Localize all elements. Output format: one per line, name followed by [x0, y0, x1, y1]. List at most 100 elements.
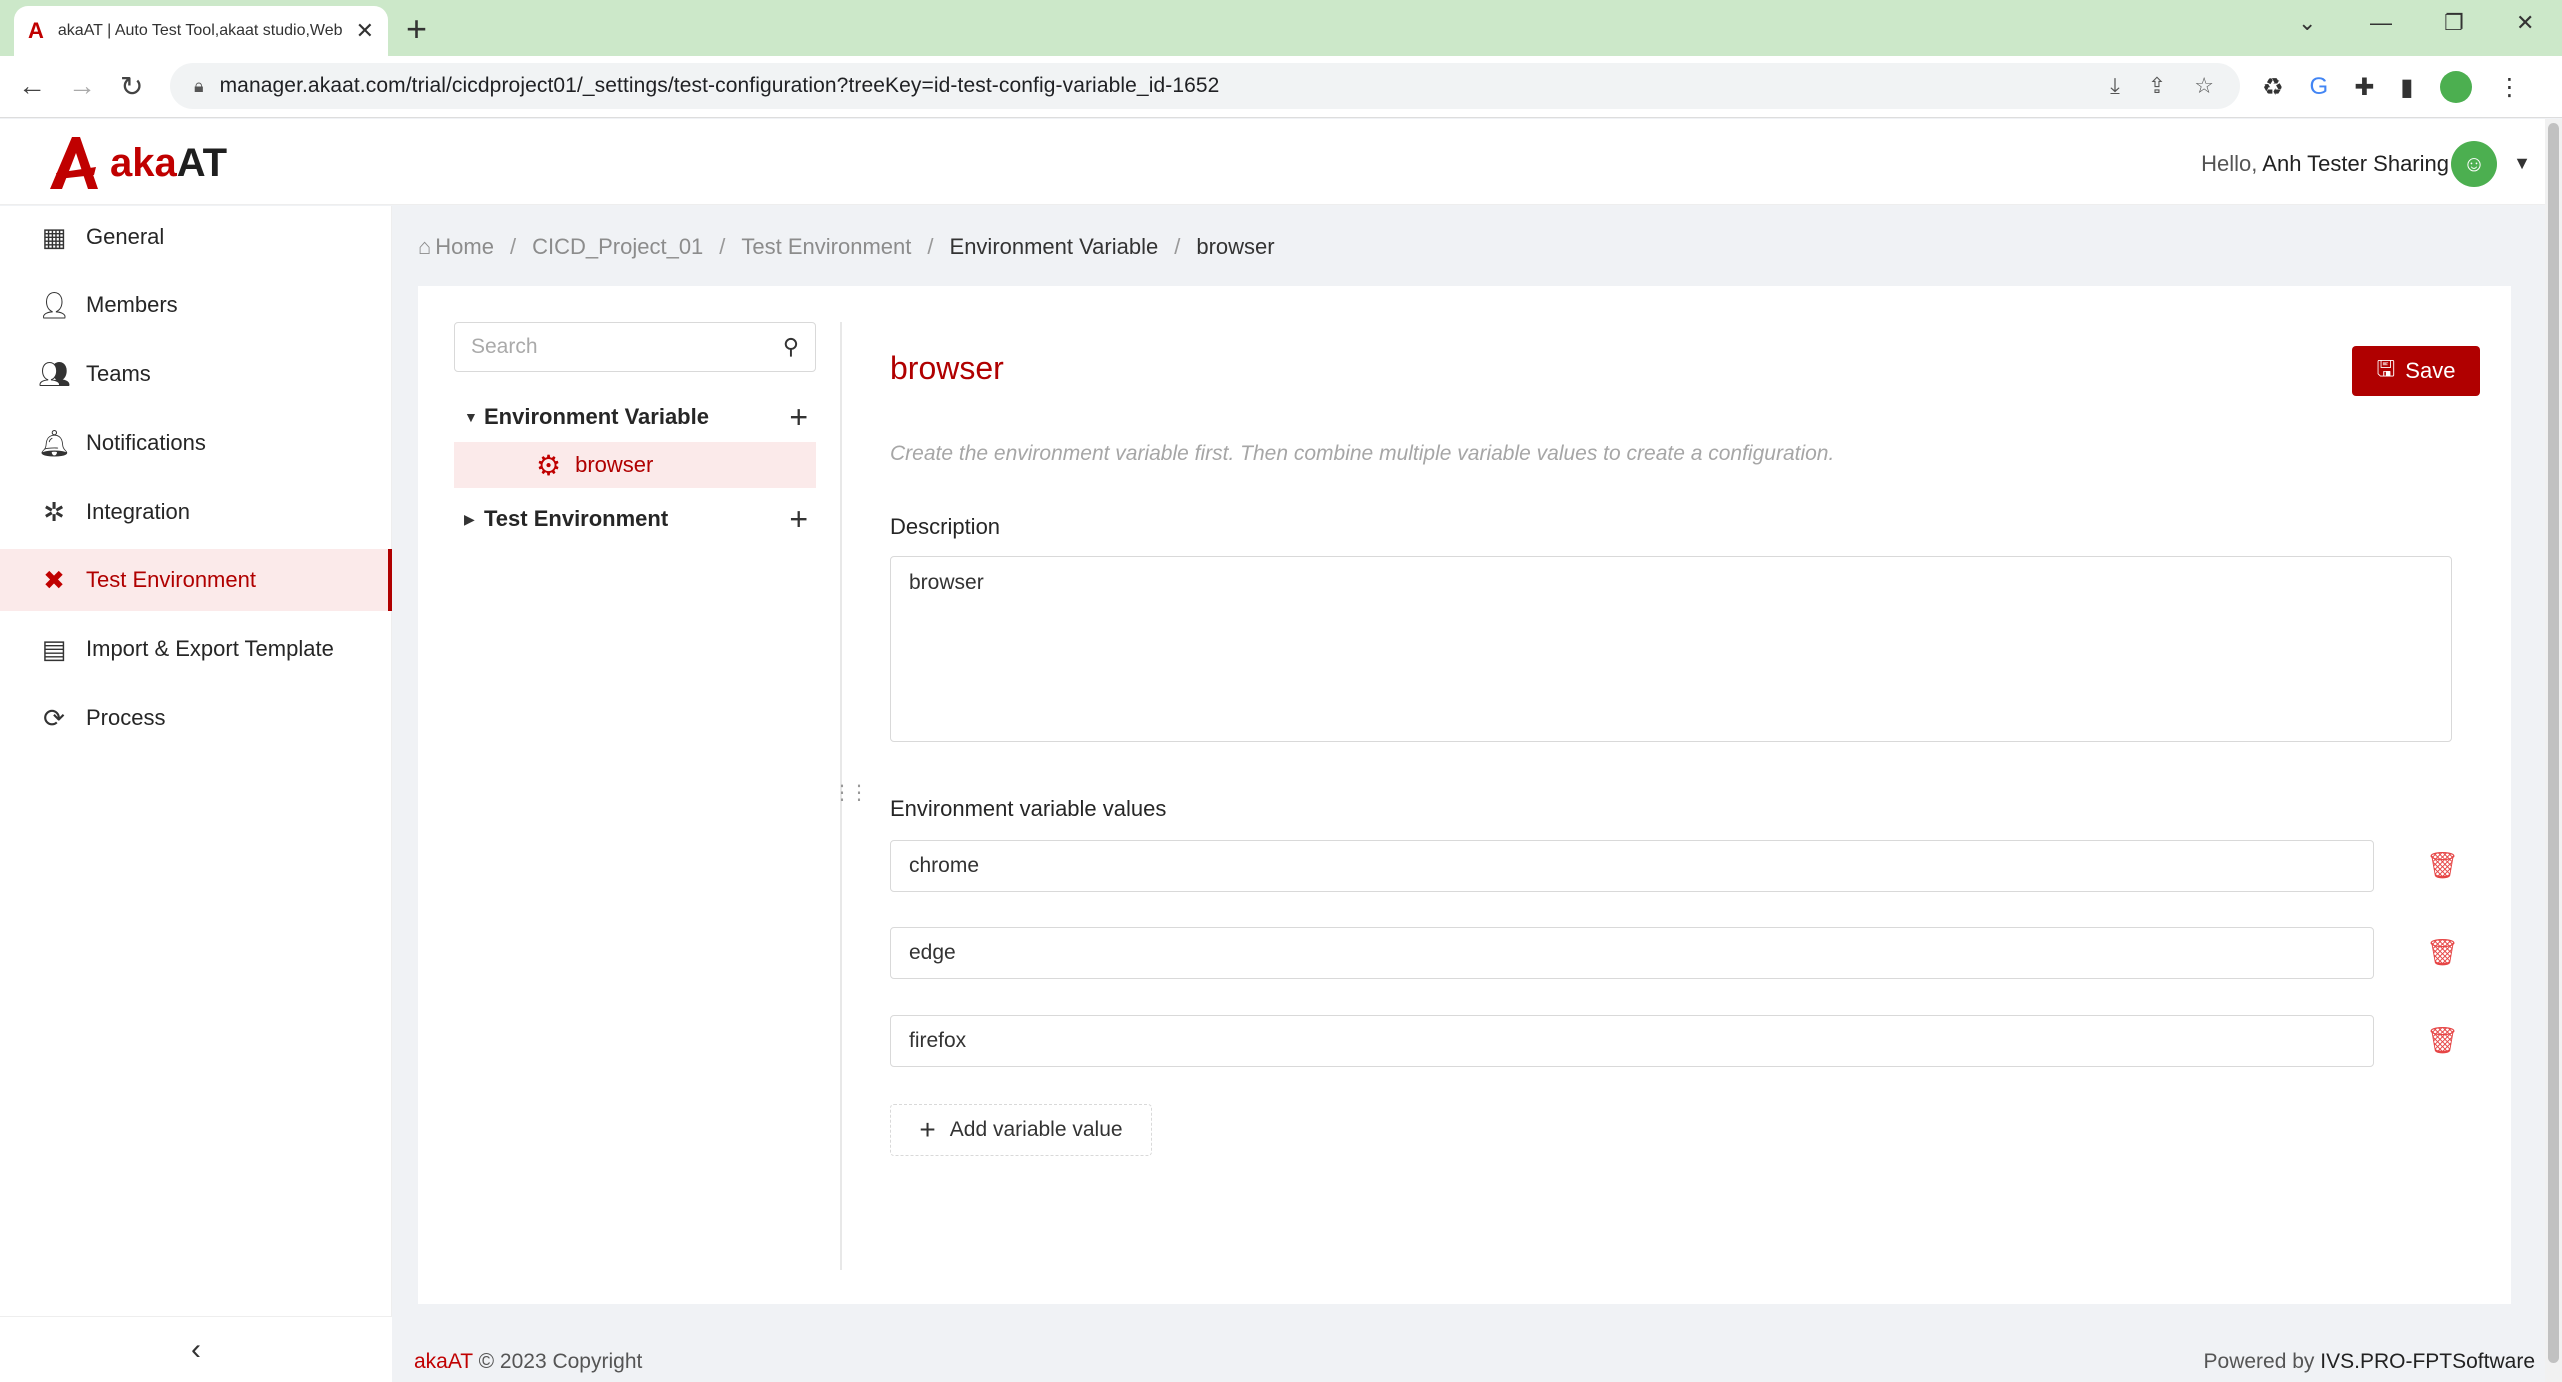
sidebar-item-label: Integration [86, 499, 190, 524]
reload-button[interactable]: ↻ [120, 70, 143, 103]
sidebar-item-teams[interactable]: 👥︎ Teams [0, 343, 392, 405]
scrollbar-thumb[interactable] [2548, 123, 2559, 1363]
sidebar-item-import-export-template[interactable]: ▤ Import & Export Template [0, 618, 392, 680]
akaat-favicon-icon: A [28, 18, 44, 43]
close-window-button[interactable]: ✕ [2516, 10, 2534, 36]
sidebar-item-label: Process [86, 705, 166, 730]
logo-text: akaAT [110, 140, 228, 185]
tree-node-environment-variable[interactable]: ▼ Environment Variable + [454, 392, 816, 442]
browser-tab[interactable]: A akaAT | Auto Test Tool,akaat studio,We… [14, 6, 388, 56]
sidebar-item-members[interactable]: 👤︎ Members [0, 274, 392, 336]
add-variable-plus-icon[interactable]: + [789, 399, 808, 436]
sidebar-item-notifications[interactable]: 🔔︎ Notifications [0, 412, 392, 474]
helper-hint: Create the environment variable first. T… [890, 442, 1835, 465]
user-greeting[interactable]: Hello, Anh Tester Sharing [2201, 151, 2449, 177]
description-textarea[interactable]: browser [890, 556, 2452, 742]
add-environment-plus-icon[interactable]: + [789, 501, 808, 538]
delete-trash-icon[interactable]: 🗑︎ [2426, 1025, 2459, 1056]
grid-icon: ▦ [41, 221, 67, 252]
save-button[interactable]: 🖫 Save [2352, 346, 2480, 396]
plus-icon: + [919, 1114, 936, 1145]
extensions-puzzle-icon[interactable]: ✚ [2354, 73, 2374, 102]
breadcrumb-separator: / [927, 234, 934, 259]
search-icon[interactable]: ⚲ [783, 334, 799, 360]
variable-value-input[interactable] [890, 1015, 2374, 1067]
back-button[interactable]: ← [18, 70, 46, 102]
description-label: Description [890, 514, 1001, 539]
settings-sidebar: ▦ General 👤︎ Members 👥︎ Teams 🔔︎ Notific… [0, 206, 392, 1316]
sidebar-item-process[interactable]: ⟳ Process [0, 687, 392, 749]
user-menu-caret-icon[interactable]: ▼ [2513, 153, 2531, 174]
delete-trash-icon[interactable]: 🗑︎ [2426, 937, 2459, 968]
footer-company: IVS.PRO-FPTSoftware [2320, 1350, 2535, 1373]
breadcrumb-current: browser [1196, 234, 1275, 259]
breadcrumb: ⌂ Home / CICD_Project_01 / Test Environm… [418, 234, 1275, 260]
sidebar-item-integration[interactable]: ✲ Integration [0, 481, 392, 543]
variable-value-input[interactable] [890, 927, 2374, 979]
sidebar-item-label: Import & Export Template [86, 636, 334, 661]
bookmark-star-icon[interactable]: ☆ [2194, 73, 2214, 99]
footer-copyright: akaAT © 2023 Copyright [414, 1350, 643, 1373]
install-icon[interactable]: ⤓ [2110, 73, 2120, 99]
browser-tabstrip: A akaAT | Auto Test Tool,akaat studio,We… [0, 0, 2562, 56]
url-text: manager.akaat.com/trial/cicdproject01/_s… [219, 74, 1220, 97]
members-icon: 👤︎ [38, 289, 72, 320]
tree-search-input[interactable] [471, 335, 783, 359]
akaat-logo[interactable]: akaAT [46, 133, 227, 193]
footer-brand[interactable]: akaAT [414, 1350, 473, 1373]
variable-detail-panel: browser 🖫 Save Create the environment va… [890, 286, 2480, 1286]
app-header: akaAT Hello, Anh Tester Sharing ☺ ▼ [0, 119, 2545, 205]
caret-down-icon[interactable]: ▼ [454, 409, 484, 425]
variable-title: browser [890, 350, 1004, 386]
values-label: Environment variable values [890, 796, 1167, 821]
breadcrumb-environment-variable[interactable]: Environment Variable [950, 234, 1159, 260]
breadcrumb-test-environment[interactable]: Test Environment [741, 234, 911, 260]
minimize-button[interactable]: — [2370, 10, 2392, 36]
breadcrumb-separator: / [719, 234, 726, 259]
address-bar[interactable]: 🔒︎ manager.akaat.com/trial/cicdproject01… [170, 63, 2240, 109]
sidebar-collapse-button[interactable]: ‹ [0, 1316, 392, 1382]
integration-icon: ✲ [43, 496, 65, 527]
sidebar-item-label: Members [86, 292, 178, 317]
breadcrumb-project[interactable]: CICD_Project_01 [532, 234, 703, 260]
tree-node-label: Environment Variable [484, 404, 709, 429]
footer-powered-by: Powered by IVS.PRO-FPTSoftware [2203, 1350, 2535, 1373]
user-avatar[interactable]: ☺ [2451, 141, 2497, 187]
browser-toolbar: ← → ↻ 🔒︎ manager.akaat.com/trial/cicdpro… [0, 56, 2562, 118]
config-tree: ⚲ ▼ Environment Variable + ⚙ browser ▶ T… [454, 322, 816, 544]
translate-extension-icon[interactable]: G [2310, 73, 2329, 101]
sidebar-item-label: Test Environment [86, 567, 256, 592]
new-tab-button[interactable]: + [406, 8, 427, 50]
profile-avatar-icon[interactable] [2439, 71, 2472, 103]
save-disk-icon: 🖫 [2376, 356, 2396, 381]
tree-leaf-browser[interactable]: ⚙ browser [454, 442, 816, 488]
forward-button[interactable]: → [68, 70, 96, 102]
share-icon[interactable]: ⇪ [2148, 73, 2166, 99]
side-panel-icon[interactable]: ▮ [2400, 73, 2413, 102]
sidebar-item-test-environment[interactable]: ✖ Test Environment [0, 549, 392, 611]
tree-node-label: Test Environment [484, 506, 669, 531]
sidebar-item-label: General [86, 224, 165, 249]
sidebar-item-general[interactable]: ▦ General [0, 206, 392, 268]
tab-search-icon[interactable]: ⌄ [2298, 10, 2316, 36]
tree-search[interactable]: ⚲ [454, 322, 816, 372]
maximize-button[interactable]: ❐ [2444, 10, 2464, 36]
recycle-extension-icon[interactable]: ♻ [2262, 73, 2284, 102]
variable-value-input[interactable] [890, 840, 2374, 892]
page-scrollbar[interactable] [2545, 119, 2562, 1382]
browser-menu-icon[interactable]: ⋮ [2498, 73, 2522, 102]
tools-icon: ✖ [43, 564, 65, 595]
tab-title: akaAT | Auto Test Tool,akaat studio,Web [57, 22, 343, 39]
delete-trash-icon[interactable]: 🗑︎ [2426, 850, 2459, 881]
page-footer: akaAT © 2023 Copyright Powered by IVS.PR… [392, 1326, 2545, 1382]
tree-node-test-environment[interactable]: ▶ Test Environment + [454, 494, 816, 544]
resize-handle-icon[interactable]: ⋮⋮ [832, 780, 869, 805]
lock-icon: 🔒︎ [194, 75, 204, 96]
add-variable-value-button[interactable]: + Add variable value [890, 1104, 1152, 1156]
home-icon: ⌂ [418, 234, 432, 259]
caret-right-icon[interactable]: ▶ [454, 511, 484, 528]
tab-close-icon[interactable]: ✕ [356, 18, 374, 44]
variable-value-row: 🗑︎ [890, 840, 2480, 892]
breadcrumb-home[interactable]: Home [435, 234, 494, 260]
gear-icon: ⚙ [536, 449, 562, 481]
